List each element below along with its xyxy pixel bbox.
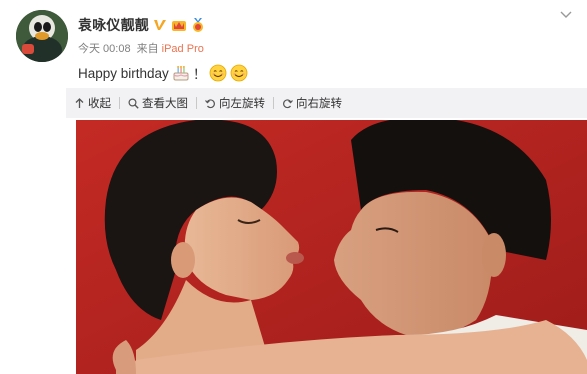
rotate-left-label: 向左旋转 bbox=[219, 98, 265, 110]
rotate-right-button[interactable]: 向右旋转 bbox=[274, 88, 350, 118]
verified-v-icon[interactable] bbox=[152, 17, 168, 33]
post-text-main: Happy birthday bbox=[78, 65, 169, 81]
user-name[interactable]: 袁咏仪靓靓 bbox=[78, 15, 149, 35]
post-meta: 今天 00:08 来自 iPad Pro bbox=[78, 40, 204, 56]
post-time[interactable]: 今天 00:08 bbox=[78, 40, 131, 56]
smile-emoji-icon bbox=[230, 64, 248, 82]
rotate-right-label: 向右旋转 bbox=[296, 98, 342, 110]
collapse-button[interactable]: 收起 bbox=[66, 88, 119, 118]
weibo-post: 袁咏仪靓靓 今天 00:08 来自 iPad Pro Happy birthda… bbox=[0, 0, 587, 374]
post-text-punct: ！ bbox=[192, 67, 207, 82]
smile-emoji-icon bbox=[209, 64, 227, 82]
chevron-down-icon[interactable] bbox=[559, 10, 573, 20]
view-large-label: 查看大图 bbox=[142, 98, 188, 110]
user-avatar[interactable] bbox=[16, 10, 68, 62]
collapse-label: 收起 bbox=[88, 98, 111, 110]
collapse-icon bbox=[74, 97, 85, 109]
birthday-cake-icon bbox=[172, 64, 190, 82]
medal-badge-icon[interactable] bbox=[190, 17, 206, 33]
post-text: Happy birthday ！ bbox=[78, 62, 248, 84]
rotate-left-icon bbox=[205, 98, 216, 109]
rotate-left-button[interactable]: 向左旋转 bbox=[197, 88, 273, 118]
view-large-button[interactable]: 查看大图 bbox=[120, 88, 196, 118]
source-prefix: 来自 bbox=[136, 43, 159, 55]
user-line: 袁咏仪靓靓 bbox=[78, 15, 206, 35]
zoom-icon bbox=[128, 97, 139, 109]
image-toolbar: 收起 查看大图 向左旋转 向右旋转 bbox=[66, 88, 587, 118]
member-crown-icon[interactable] bbox=[171, 17, 187, 33]
post-source[interactable]: iPad Pro bbox=[162, 43, 204, 55]
post-photo[interactable] bbox=[76, 120, 587, 374]
rotate-right-icon bbox=[282, 98, 293, 109]
